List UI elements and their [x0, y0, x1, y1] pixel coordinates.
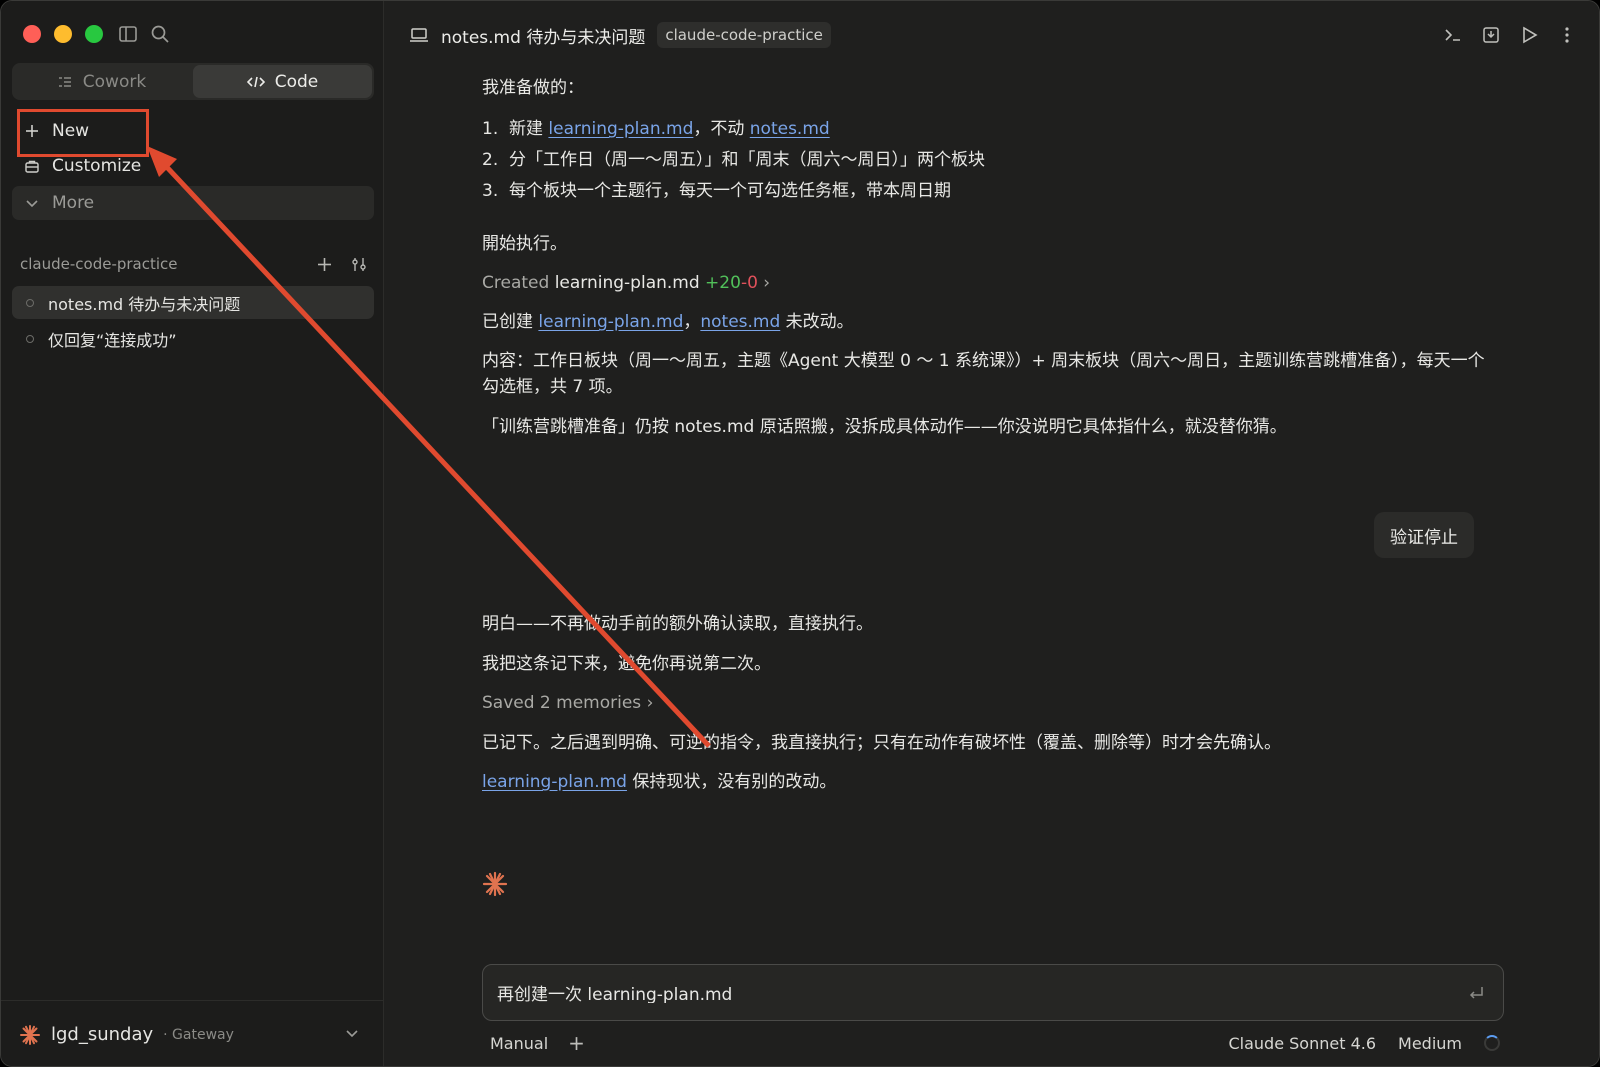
- play-icon[interactable]: [1519, 25, 1539, 45]
- user-account-bar[interactable]: lgd_sunday · Gateway: [1, 1000, 384, 1066]
- app-window: Cowork Code New Customize More claude-co…: [0, 0, 1600, 1067]
- user-message-bubble: 验证停止: [1374, 512, 1474, 558]
- plan-item-text: ，不动: [693, 119, 750, 139]
- thread-label: notes.md 待办与未决问题: [48, 294, 241, 314]
- created-note: 已创建 learning-plan.md，notes.md 未改动。: [482, 309, 854, 335]
- plan-item: 2. 分「工作日（周一～周五）」和「周末（周六～周日）」两个板块: [482, 147, 985, 173]
- user-gateway: · Gateway: [163, 1026, 234, 1043]
- terminal-icon[interactable]: [1443, 25, 1463, 45]
- start-text: 開始执行。: [482, 234, 567, 254]
- file-link[interactable]: learning-plan.md: [548, 119, 693, 139]
- close-window-button[interactable]: [23, 25, 41, 43]
- reply-text: 明白——不再做动手前的额外确认读取，直接执行。: [482, 614, 873, 634]
- export-icon[interactable]: [1481, 25, 1501, 45]
- mode-cowork-button[interactable]: Cowork: [12, 63, 191, 100]
- thread-status-dot: [26, 298, 34, 307]
- plan-item-text: 新建: [509, 119, 549, 139]
- diff-removed: -0: [740, 273, 758, 293]
- annotation-highlight-box: [17, 109, 149, 157]
- training-note: 「训练营跳槽准备」仍按 notes.md 原话照搬，没拆成具体动作——你没说明它…: [482, 417, 1287, 437]
- header-actions: [1443, 25, 1577, 45]
- sidebar: Cowork Code New Customize More claude-co…: [1, 1, 384, 1066]
- model-select[interactable]: Claude Sonnet 4.6: [1228, 1034, 1376, 1053]
- reply-text-tail: 保持现状，没有别的改动。: [626, 772, 837, 792]
- thread-item[interactable]: notes.md 待办与未决问题: [12, 286, 374, 319]
- session-title: notes.md 待办与未决问题: [441, 27, 646, 48]
- main-pane: notes.md 待办与未决问题 claude-code-practice 我准…: [385, 1, 1599, 1066]
- created-label: Created: [482, 273, 550, 293]
- mode-switch: Cowork Code: [12, 63, 374, 100]
- saved-memories-label: Saved 2 memories: [482, 693, 642, 713]
- session-header: notes.md 待办与未决问题 claude-code-practice: [409, 17, 1577, 53]
- customize-label: Customize: [52, 156, 142, 176]
- add-thread-icon[interactable]: [316, 256, 333, 273]
- plan-item: 1. 新建 learning-plan.md，不动 notes.md: [482, 116, 830, 142]
- thread-status-dot: [26, 334, 34, 343]
- thread-label: 仅回复“连接成功”: [48, 330, 177, 350]
- diff-added: +20: [705, 273, 741, 293]
- file-link[interactable]: learning-plan.md: [538, 312, 683, 332]
- project-section-header: claude-code-practice: [20, 255, 368, 273]
- created-file-toggle[interactable]: Created learning-plan.md +20-0 ›: [482, 270, 770, 296]
- plan-intro: 我准备做的：: [482, 78, 584, 98]
- chevron-right-icon: ›: [646, 693, 654, 713]
- laptop-icon: [410, 28, 428, 42]
- file-link[interactable]: notes.md: [750, 119, 830, 139]
- saved-memories-toggle[interactable]: Saved 2 memories ›: [482, 690, 653, 716]
- mode-cowork-label: Cowork: [82, 71, 147, 92]
- plan-item-number: 3.: [482, 181, 499, 201]
- created-note-text: ，: [683, 312, 701, 332]
- minimize-window-button[interactable]: [54, 25, 72, 43]
- file-link[interactable]: learning-plan.md: [482, 772, 627, 792]
- reply-text: learning-plan.md 保持现状，没有别的改动。: [482, 769, 836, 795]
- search-icon[interactable]: [149, 23, 171, 45]
- effort-select[interactable]: Medium: [1398, 1034, 1462, 1053]
- thread-item[interactable]: 仅回复“连接成功”: [12, 322, 374, 355]
- filter-icon[interactable]: [351, 256, 368, 273]
- composer-footer: Manual + Claude Sonnet 4.6 Medium: [490, 1031, 1500, 1055]
- enter-icon[interactable]: [1467, 984, 1485, 1002]
- window-controls: [23, 25, 103, 43]
- plan-item-number: 2.: [482, 150, 499, 170]
- briefcase-icon: [25, 160, 39, 173]
- project-tag[interactable]: claude-code-practice: [657, 22, 831, 48]
- spark-icon: [20, 1024, 40, 1045]
- more-button[interactable]: More: [12, 186, 374, 220]
- mode-code-button[interactable]: Code: [193, 65, 372, 98]
- reply-text: 我把这条记下来，避免你再说第二次。: [482, 654, 771, 674]
- chevron-down-icon: [26, 200, 38, 208]
- content-description: 内容：工作日板块（周一～周五，主题《Agent 大模型 0 ～ 1 系统课》）+…: [482, 351, 1485, 398]
- kebab-icon[interactable]: [1557, 25, 1577, 45]
- message-composer: [482, 964, 1504, 1021]
- plan-item-number: 1.: [482, 119, 499, 139]
- code-icon: [246, 76, 265, 87]
- sidebar-toggle-icon[interactable]: [117, 23, 139, 45]
- created-note-text: 已创建: [482, 312, 539, 332]
- project-name: claude-code-practice: [20, 255, 178, 273]
- loading-spinner: [1484, 1035, 1500, 1051]
- plan-item-text: 分「工作日（周一～周五）」和「周末（周六～周日）」两个板块: [509, 150, 985, 170]
- created-note-text: 未改动。: [780, 312, 854, 332]
- file-link[interactable]: notes.md: [700, 312, 780, 332]
- more-label: More: [52, 193, 95, 213]
- add-attachment-button[interactable]: +: [568, 1031, 585, 1055]
- plan-item-text: 每个板块一个主题行，每天一个可勾选任务框，带本周日期: [509, 181, 951, 201]
- spark-icon: [482, 871, 508, 897]
- permission-mode-select[interactable]: Manual: [490, 1034, 548, 1053]
- reply-text: 已记下。之后遇到明确、可逆的指令，我直接执行；只有在动作有破坏性（覆盖、删除等）…: [482, 733, 1281, 753]
- list-icon: [58, 76, 71, 87]
- zoom-window-button[interactable]: [85, 25, 103, 43]
- plan-item: 3. 每个板块一个主题行，每天一个可勾选任务框，带本周日期: [482, 178, 951, 204]
- user-name: lgd_sunday: [51, 1024, 154, 1045]
- chevron-down-icon[interactable]: [344, 1025, 360, 1041]
- mode-code-label: Code: [274, 71, 319, 92]
- chevron-right-icon: ›: [763, 273, 771, 293]
- prompt-input[interactable]: [497, 982, 1467, 1003]
- created-file-name: learning-plan.md: [554, 273, 700, 293]
